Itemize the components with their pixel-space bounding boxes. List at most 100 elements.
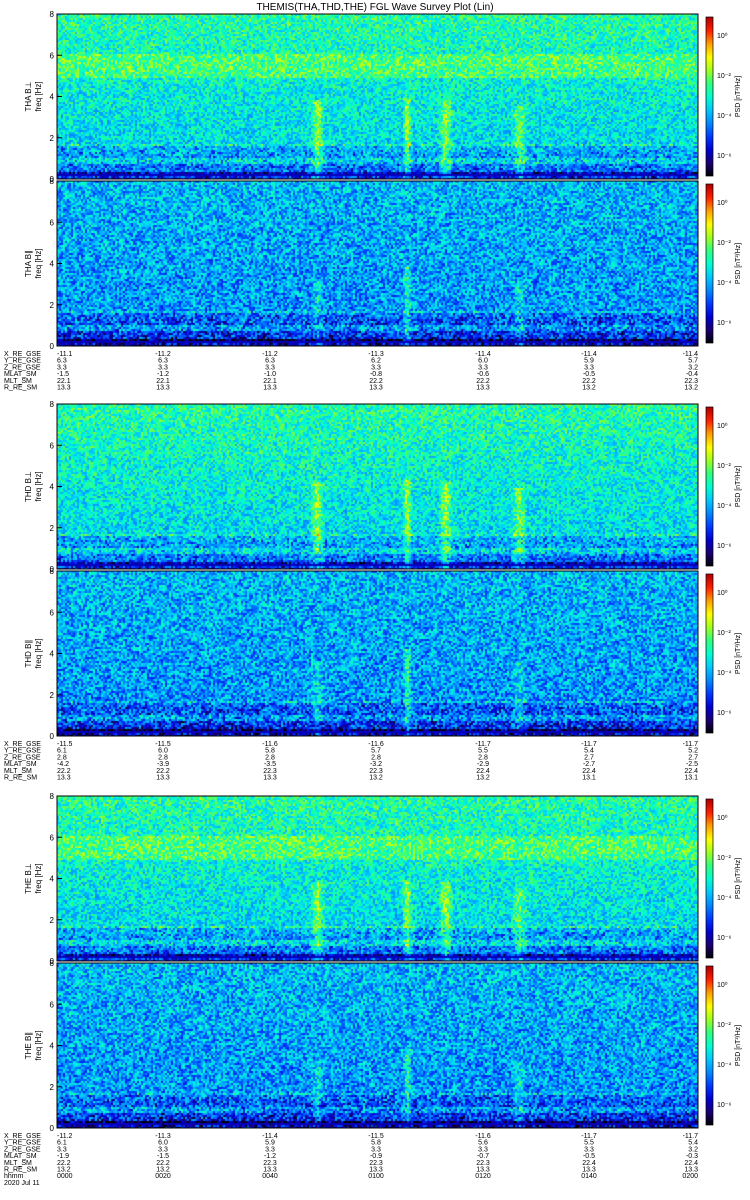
psd-tick-label: 10⁻² [717, 855, 731, 862]
panel-frame [56, 403, 699, 570]
psd-tick-label: 10⁰ [717, 199, 728, 207]
ephem-value: 0020 [155, 1173, 171, 1180]
panel-frame [56, 13, 699, 180]
freq-tick-label: 4 [50, 650, 55, 659]
psd-tick-label: 10⁻⁶ [717, 543, 731, 550]
freq-tick-label: 4 [50, 875, 55, 884]
psd-tick-label: 10⁻² [717, 240, 731, 247]
freq-tick-label: 6 [50, 1000, 55, 1009]
freq-tick-label: 2 [50, 134, 55, 143]
panel-frame [56, 795, 699, 962]
freq-axis-label: freq [Hz] [34, 248, 43, 278]
panel-label: THE B∥ [24, 1032, 33, 1060]
ephem-value: 13.2 [369, 775, 383, 782]
psd-tick-label: 10⁻⁴ [717, 670, 732, 677]
ephem-value: 13.3 [156, 775, 170, 782]
freq-tick-label: 2 [50, 301, 55, 310]
ephem-value: 0140 [581, 1173, 597, 1180]
figure-title: THEMIS(THA,THD,THE) FGL Wave Survey Plot… [256, 2, 493, 13]
freq-axis-label: freq [Hz] [34, 638, 43, 668]
freq-tick-label: 6 [50, 51, 55, 60]
psd-tick-label: 10⁻⁴ [717, 503, 732, 510]
ephem-value: 13.3 [57, 775, 71, 782]
psd-tick-label: 10⁻² [717, 463, 731, 470]
ephem-value: 0040 [262, 1173, 278, 1180]
freq-tick-label: 8 [50, 10, 55, 19]
colorbar-frame [705, 798, 714, 959]
psd-axis-label: PSD [nT²/Hz] [735, 1025, 742, 1066]
panel-frame [56, 962, 699, 1129]
psd-axis-label: PSD [nT²/Hz] [735, 466, 742, 507]
ephem-row-label: R_RE_SM [4, 775, 37, 782]
freq-tick-label: 2 [50, 524, 55, 533]
ephem-value: 13.3 [57, 385, 71, 392]
psd-tick-label: 10⁻⁶ [717, 710, 731, 717]
psd-tick-label: 10⁻⁶ [717, 320, 731, 327]
psd-tick-label: 10⁻⁴ [717, 895, 732, 902]
psd-tick-label: 10⁻⁴ [717, 1062, 732, 1069]
panel-label: THD B⊥ [24, 471, 33, 502]
ephem-value: 0000 [57, 1173, 73, 1180]
panel-label: THA B⊥ [24, 81, 33, 111]
ephem-value: 0200 [682, 1173, 698, 1180]
psd-tick-label: 10⁻⁶ [717, 1102, 731, 1109]
date-label: 2020 Jul 11 [4, 1180, 40, 1187]
colorbar-frame [705, 965, 714, 1126]
freq-tick-label: 0 [50, 732, 55, 741]
psd-tick-label: 10⁻⁶ [717, 153, 731, 160]
freq-tick-label: 4 [50, 1042, 55, 1051]
ephem-value: 13.3 [263, 775, 277, 782]
psd-tick-label: 10⁻⁴ [717, 113, 732, 120]
ephem-value: 13.2 [476, 775, 490, 782]
panel-frame [56, 180, 699, 347]
freq-tick-label: 0 [50, 1124, 55, 1133]
freq-tick-label: 8 [50, 400, 55, 409]
freq-tick-label: 8 [50, 959, 55, 968]
freq-tick-label: 4 [50, 260, 55, 269]
ephem-value: 13.3 [156, 385, 170, 392]
colorbar-frame [705, 183, 714, 344]
ephem-row-label: R_RE_SM [4, 385, 37, 392]
ephem-value: 13.3 [263, 385, 277, 392]
psd-tick-label: 10⁰ [717, 589, 728, 597]
ephem-value: 13.1 [684, 775, 698, 782]
colorbar-frame [705, 16, 714, 177]
freq-tick-label: 6 [50, 441, 55, 450]
psd-tick-label: 10⁰ [717, 422, 728, 430]
freq-axis-label: freq [Hz] [34, 863, 43, 893]
panel-label: THA B∥ [24, 250, 33, 277]
figure-overlay: THEMIS(THA,THD,THE) FGL Wave Survey Plot… [4, 2, 742, 1187]
psd-axis-label: PSD [nT²/Hz] [735, 76, 742, 117]
freq-tick-label: 6 [50, 833, 55, 842]
psd-axis-label: PSD [nT²/Hz] [735, 633, 742, 674]
freq-tick-label: 8 [50, 177, 55, 186]
freq-axis-label: freq [Hz] [34, 81, 43, 111]
freq-tick-label: 4 [50, 93, 55, 102]
ephem-value: 13.3 [476, 385, 490, 392]
ephem-value: 13.2 [684, 385, 698, 392]
psd-axis-label: PSD [nT²/Hz] [735, 858, 742, 899]
ephem-value: 0120 [475, 1173, 491, 1180]
colorbar-frame [705, 406, 714, 567]
panel-label: THE B⊥ [24, 863, 33, 894]
psd-tick-label: 10⁻² [717, 630, 731, 637]
freq-tick-label: 2 [50, 1083, 55, 1092]
psd-axis-label: PSD [nT²/Hz] [735, 243, 742, 284]
wave-survey-figure: THEMIS(THA,THD,THE) FGL Wave Survey Plot… [0, 0, 750, 1200]
colorbar-frame [705, 573, 714, 734]
freq-tick-label: 2 [50, 691, 55, 700]
ephem-value: 0100 [368, 1173, 384, 1180]
freq-tick-label: 8 [50, 567, 55, 576]
freq-tick-label: 2 [50, 916, 55, 925]
ephem-value: 13.2 [582, 385, 596, 392]
ephem-value: 13.3 [369, 385, 383, 392]
psd-tick-label: 10⁰ [717, 814, 728, 822]
panel-frame [56, 570, 699, 737]
freq-tick-label: 6 [50, 218, 55, 227]
freq-axis-label: freq [Hz] [34, 471, 43, 501]
psd-tick-label: 10⁻⁴ [717, 280, 732, 287]
freq-tick-label: 8 [50, 792, 55, 801]
psd-tick-label: 10⁻² [717, 73, 731, 80]
freq-tick-label: 4 [50, 483, 55, 492]
freq-axis-label: freq [Hz] [34, 1030, 43, 1060]
